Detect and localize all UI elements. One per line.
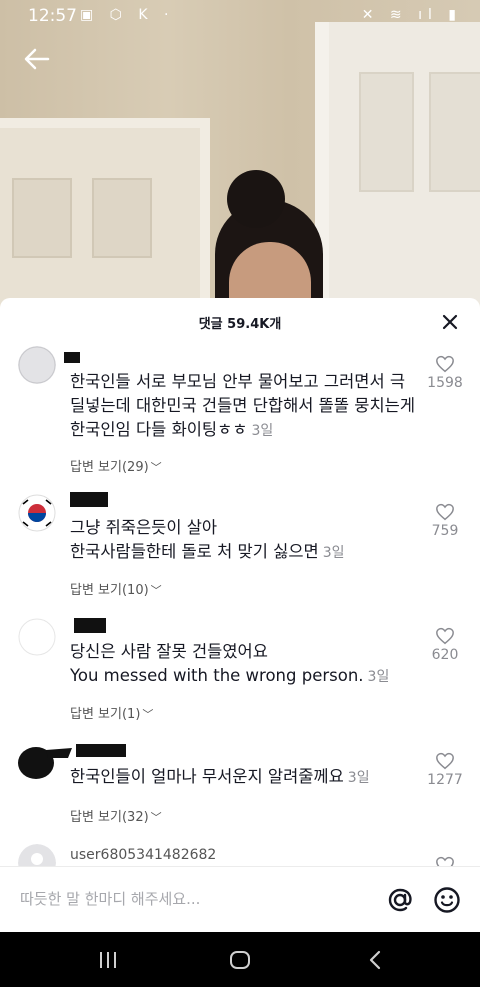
view-replies-button[interactable]: 답변 보기(32) ﹀ bbox=[70, 806, 162, 825]
like-button[interactable]: 1277 bbox=[422, 752, 468, 788]
like-button[interactable]: 620 bbox=[422, 627, 468, 663]
comment-item: 한국인들이 얼마나 무서운지 알려줄께요 3일 답변 보기(32) ﹀ 1277 bbox=[0, 742, 480, 832]
like-button[interactable]: 1598 bbox=[422, 355, 468, 391]
background-door-left bbox=[0, 118, 210, 310]
heart-outline-icon bbox=[436, 627, 454, 645]
comment-time: 3일 bbox=[322, 545, 345, 561]
heart-outline-icon bbox=[436, 752, 454, 770]
chevron-down-icon: ﹀ bbox=[142, 708, 154, 721]
like-count: 620 bbox=[431, 647, 459, 663]
recent-apps-icon[interactable] bbox=[96, 948, 120, 972]
notification-icons: ▣ ⬡ K · bbox=[80, 7, 175, 23]
like-count: 759 bbox=[431, 523, 459, 539]
comment-count-title: 댓글 59.4K개 bbox=[198, 317, 282, 332]
system-navigation-bar bbox=[0, 932, 480, 987]
like-count: 1598 bbox=[427, 375, 463, 391]
at-icon[interactable] bbox=[386, 886, 414, 914]
view-replies-button[interactable]: 답변 보기(29) ﹀ bbox=[70, 456, 162, 475]
comment-time: 3일 bbox=[347, 770, 370, 786]
arrow-left-icon[interactable] bbox=[22, 44, 52, 74]
chevron-down-icon: ﹀ bbox=[150, 461, 162, 474]
comment-item: 한국인들 서로 부모님 안부 물어보고 그러면서 극딜넣는데 대한민국 건들면 … bbox=[0, 346, 480, 476]
heart-outline-icon bbox=[436, 355, 454, 373]
chevron-down-icon: ﹀ bbox=[150, 584, 162, 597]
back-icon[interactable] bbox=[364, 948, 388, 972]
comment-text[interactable]: 한국인들이 얼마나 무서운지 알려줄께요 3일 bbox=[70, 765, 420, 790]
redacted-username bbox=[76, 744, 126, 757]
comment-text[interactable]: 한국인들 서로 부모님 안부 물어보고 그러면서 극딜넣는데 대한민국 건들면 … bbox=[70, 370, 420, 443]
chevron-down-icon: ﹀ bbox=[150, 811, 162, 824]
comment-time: 3일 bbox=[251, 423, 274, 439]
comment-input[interactable]: 따듯한 말 한마디 해주세요... bbox=[20, 888, 200, 909]
comment-time: 3일 bbox=[367, 669, 390, 685]
heart-outline-icon bbox=[436, 503, 454, 521]
comment-username[interactable]: user6805341482682 bbox=[70, 847, 216, 863]
home-icon[interactable] bbox=[228, 948, 252, 972]
redacted-username bbox=[70, 492, 108, 507]
comment-item: 그냥 쥐죽은듯이 살아 한국사람들한테 돌로 처 맞기 싫으면 3일 답변 보기(… bbox=[0, 492, 480, 602]
redacted-username bbox=[64, 352, 80, 363]
person-in-video bbox=[215, 170, 325, 310]
comment-input-bar: 따듯한 말 한마디 해주세요... bbox=[0, 866, 480, 932]
view-replies-button[interactable]: 답변 보기(1) ﹀ bbox=[70, 703, 153, 722]
comment-text[interactable]: 당신은 사람 잘못 건들였어요 You messed with the wron… bbox=[70, 640, 420, 689]
redacted-username bbox=[74, 618, 106, 633]
view-replies-button[interactable]: 답변 보기(10) ﹀ bbox=[70, 579, 162, 598]
like-count: 1277 bbox=[427, 772, 463, 788]
avatar[interactable] bbox=[18, 494, 56, 532]
sheet-header: 댓글 59.4K개 bbox=[0, 298, 480, 348]
avatar[interactable] bbox=[18, 744, 72, 782]
avatar[interactable] bbox=[18, 346, 56, 384]
system-icons: ✕ ≋ ıl ▮ bbox=[361, 7, 462, 23]
status-time: 12:57 bbox=[28, 6, 77, 26]
video-background bbox=[0, 0, 480, 310]
comment-item: 당신은 사람 잘못 건들였어요 You messed with the wron… bbox=[0, 616, 480, 726]
background-door-right bbox=[315, 22, 480, 310]
comment-sheet: 댓글 59.4K개 한국인들 서로 부모님 안부 물어보고 그러면서 극딜넣는데… bbox=[0, 298, 480, 932]
close-icon[interactable] bbox=[438, 310, 462, 334]
avatar[interactable] bbox=[18, 618, 56, 656]
smiley-icon[interactable] bbox=[433, 886, 461, 914]
like-button[interactable]: 759 bbox=[422, 503, 468, 539]
comment-text[interactable]: 그냥 쥐죽은듯이 살아 한국사람들한테 돌로 처 맞기 싫으면 3일 bbox=[70, 516, 420, 565]
status-bar: 12:57 ▣ ⬡ K · ✕ ≋ ıl ▮ bbox=[0, 0, 480, 34]
